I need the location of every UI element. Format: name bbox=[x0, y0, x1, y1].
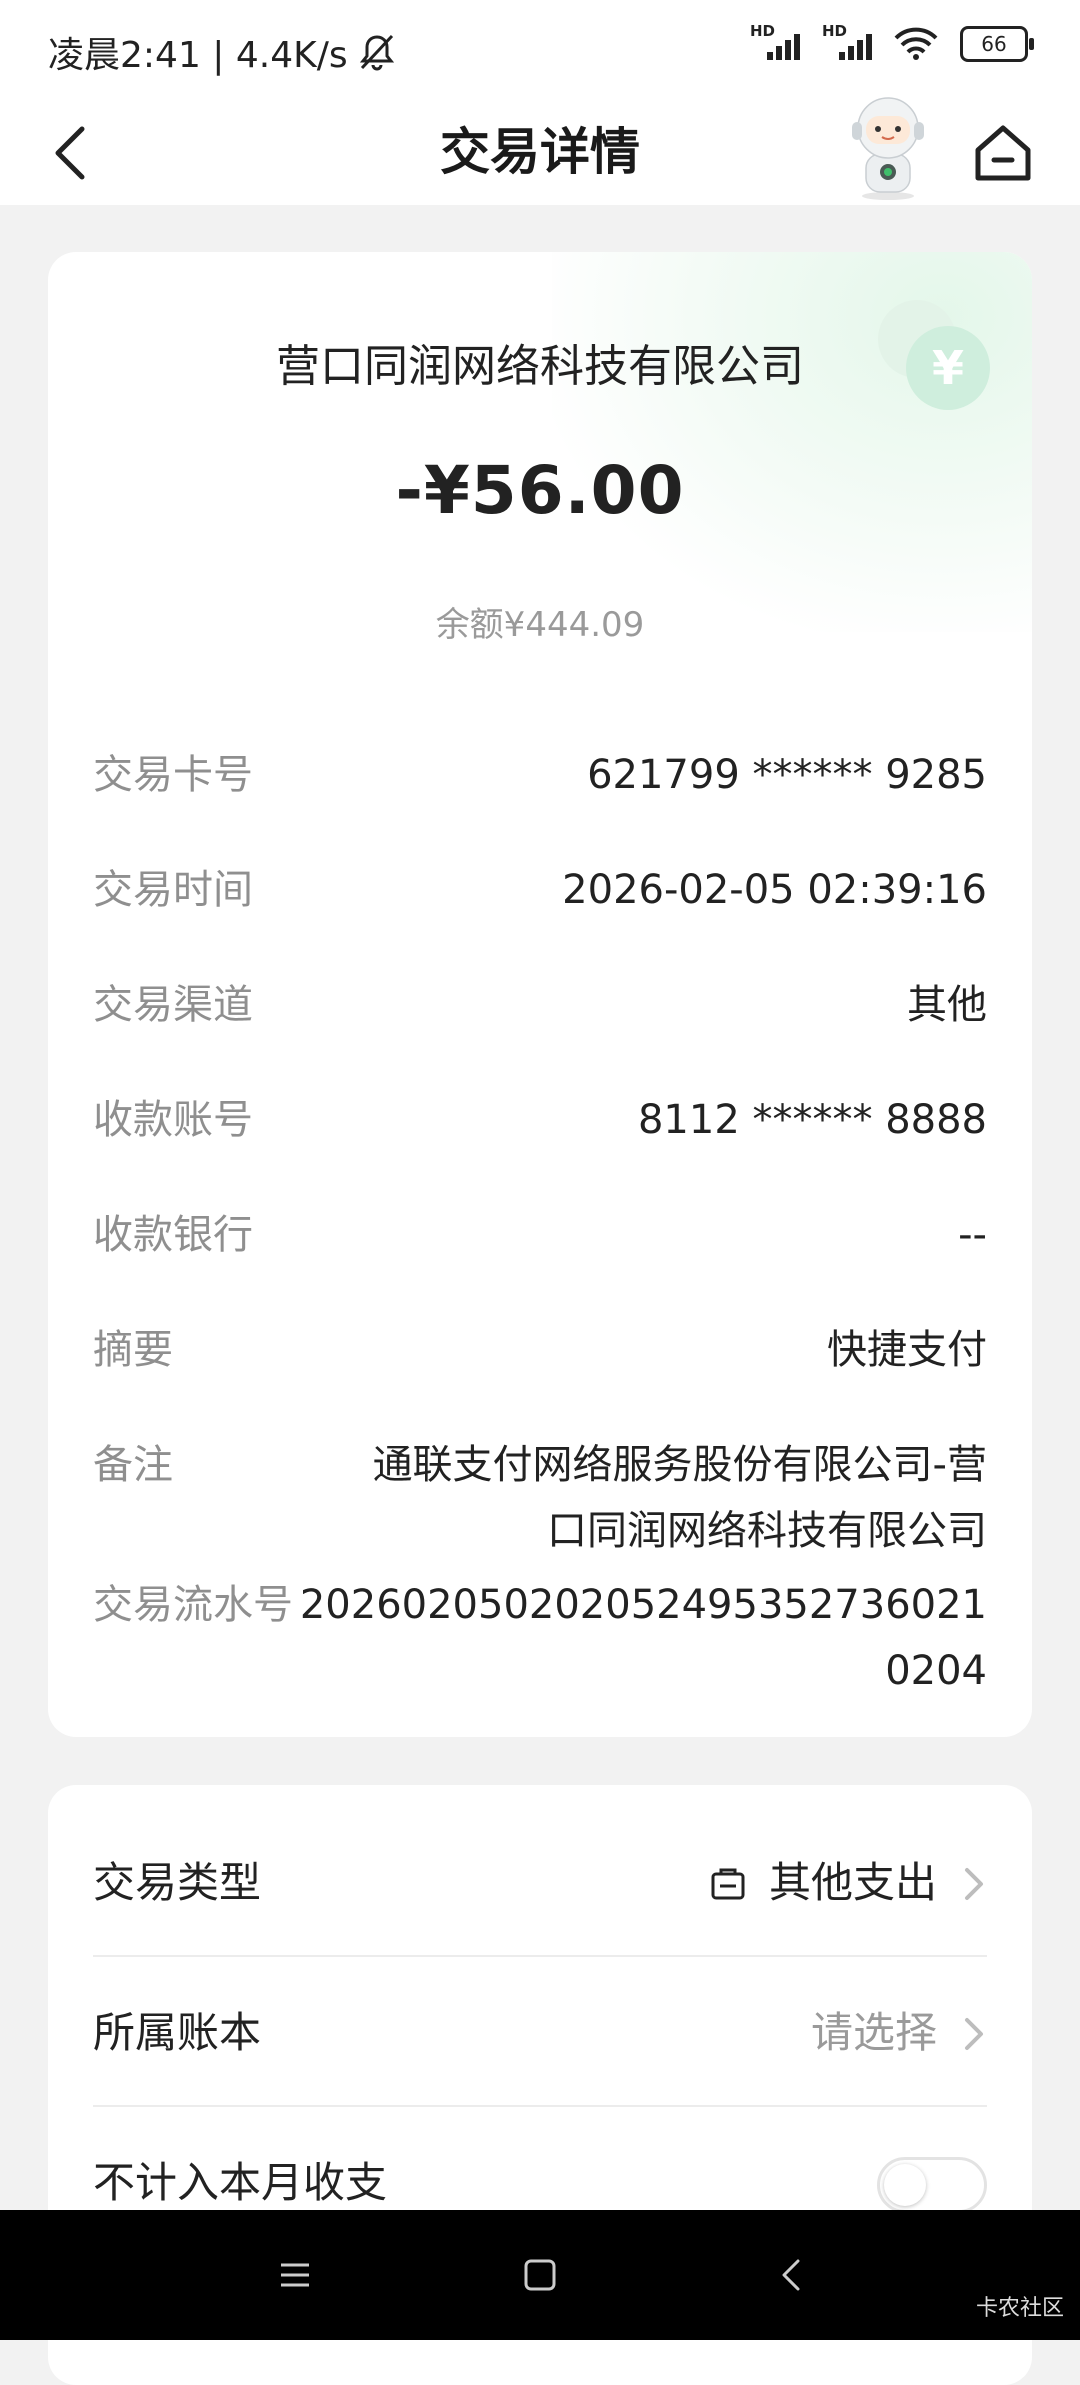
detail-value: 通联支付网络服务股份有限公司-营 口同润网络科技有限公司 bbox=[373, 1432, 987, 1564]
battery-icon: 66 bbox=[960, 26, 1034, 62]
toggle-knob bbox=[884, 2164, 926, 2206]
status-left: 凌晨2:41 | 4.4K/s bbox=[48, 26, 396, 78]
detail-value[interactable]: 621799 ****** 9285 bbox=[587, 742, 987, 808]
signal-icon: HD bbox=[822, 22, 872, 62]
status-bar: 凌晨2:41 | 4.4K/s HD HD 66 bbox=[0, 0, 1080, 100]
detail-value[interactable]: 20260205020205249535273602​1 0204 bbox=[300, 1572, 987, 1704]
transaction-type-label: 交易类型 bbox=[93, 1858, 262, 1907]
detail-label: 交易渠道 bbox=[93, 982, 253, 1028]
detail-value: -- bbox=[958, 1212, 987, 1258]
remark-line: 通联支付网络服务股份有限公司-营 bbox=[372, 1442, 987, 1488]
detail-value: 其他 bbox=[907, 982, 987, 1028]
detail-value[interactable]: 8112 ****** 8888 bbox=[638, 1087, 987, 1153]
detail-label: 交易流水号 bbox=[93, 1582, 293, 1628]
detail-label: 交易时间 bbox=[93, 867, 253, 913]
detail-row-payee-bank: 收款银行 -- bbox=[93, 1202, 987, 1268]
robot-assistant-icon[interactable] bbox=[838, 92, 938, 202]
detail-label: 摘要 bbox=[93, 1327, 173, 1373]
exclude-month-toggle[interactable] bbox=[877, 2157, 987, 2213]
remark-line: 口同润网络科技有限公司 bbox=[547, 1508, 987, 1554]
detail-row-channel: 交易渠道 其他 bbox=[93, 972, 987, 1038]
home-button[interactable] bbox=[970, 120, 1036, 186]
detail-row-card-number: 交易卡号 621799 ****** 9285 bbox=[93, 742, 987, 808]
detail-label: 收款账号 bbox=[93, 1097, 253, 1143]
detail-row-payee-account: 收款账号 8112 ****** 8888 bbox=[93, 1087, 987, 1153]
account-book-row[interactable]: 所属账本 请选择 bbox=[93, 1983, 987, 2083]
chevron-right-icon bbox=[965, 2018, 983, 2050]
card-glow bbox=[552, 252, 1032, 632]
account-book-label: 所属账本 bbox=[93, 2008, 262, 2057]
serial-line: 0204 bbox=[885, 1648, 987, 1694]
home-icon bbox=[975, 125, 1031, 181]
divider bbox=[93, 2105, 987, 2107]
detail-row-summary: 摘要 快捷支付 bbox=[93, 1317, 987, 1383]
balance-text: 余额¥444.09 bbox=[435, 605, 645, 645]
detail-label: 交易卡号 bbox=[93, 752, 253, 798]
account-book-value: 请选择 bbox=[810, 2008, 937, 2057]
merchant-name: 营口同润网络科技有限公司 bbox=[276, 341, 804, 392]
mute-bell-icon bbox=[359, 34, 394, 71]
system-nav-bar: 卡农社区 bbox=[0, 2210, 1080, 2340]
back-triangle-icon[interactable] bbox=[772, 2255, 812, 2295]
detail-value: 快捷支付 bbox=[827, 1327, 987, 1373]
watermark: 卡农社区 bbox=[975, 2296, 1064, 2321]
status-right: HD HD 66 bbox=[750, 22, 1034, 62]
nav-bar: 交易详情 bbox=[0, 97, 1080, 205]
chevron-right-icon bbox=[965, 1868, 983, 1900]
divider bbox=[93, 1955, 987, 1957]
transaction-card: ¥ 营口同润网络科技有限公司 -¥56.00 余额¥444.09 交易卡号 62… bbox=[48, 252, 1032, 1737]
detail-label: 收款银行 bbox=[93, 1212, 253, 1258]
detail-row-serial-number: 交易流水号 20260205020205249535273602​1 0204 bbox=[93, 1572, 987, 1707]
detail-row-time: 交易时间 2026-02-05 02:39:16 bbox=[93, 857, 987, 923]
detail-value: 2026-02-05 02:39:16 bbox=[562, 867, 987, 913]
signal-icon: HD bbox=[750, 22, 800, 62]
menu-icon[interactable] bbox=[275, 2255, 315, 2295]
detail-row-remark: 备注 通联支付网络服务股份有限公司-营 口同润网络科技有限公司 bbox=[93, 1432, 987, 1567]
home-square-icon[interactable] bbox=[520, 2255, 560, 2295]
transaction-type-row[interactable]: 交易类型 其他支出 bbox=[93, 1833, 987, 1933]
wifi-icon bbox=[894, 27, 938, 60]
status-time: 凌晨2:41 | 4.4K/s bbox=[48, 35, 348, 76]
transaction-amount: -¥56.00 bbox=[395, 452, 685, 529]
transaction-type-value: 其他支出 bbox=[709, 1833, 937, 1933]
detail-label: 备注 bbox=[93, 1442, 173, 1488]
bag-icon bbox=[711, 1868, 745, 1900]
serial-line: 20260205020205249535273602​1 bbox=[299, 1582, 987, 1628]
